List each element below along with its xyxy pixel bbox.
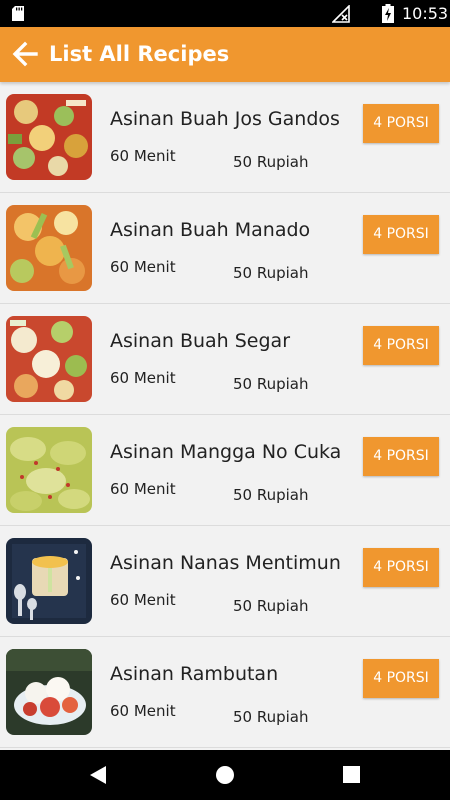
recipe-name: Asinan Rambutan (110, 663, 279, 685)
porsi-button[interactable]: 4 PORSI (363, 326, 439, 365)
recipe-image (6, 427, 92, 513)
home-circle-icon[interactable] (215, 765, 235, 785)
page-title: List All Recipes (49, 42, 230, 66)
porsi-button[interactable]: 4 PORSI (363, 215, 439, 254)
recipe-name: Asinan Nanas Mentimun (110, 552, 341, 574)
recipe-price: 50 Rupiah (233, 486, 309, 504)
recipe-name: Asinan Mangga No Cuka (110, 441, 342, 463)
app-bar: List All Recipes (0, 27, 450, 82)
recipe-time: 60 Menit (110, 147, 176, 165)
recipe-time: 60 Menit (110, 258, 176, 276)
porsi-button[interactable]: 4 PORSI (363, 548, 439, 587)
recents-square-icon[interactable] (343, 766, 360, 783)
porsi-button[interactable]: 4 PORSI (363, 437, 439, 476)
battery-charging-icon (382, 4, 394, 23)
recipe-price: 50 Rupiah (233, 375, 309, 393)
recipe-row[interactable]: Asinan Nanas Mentimun 60 Menit 50 Rupiah… (0, 526, 450, 637)
recipe-row[interactable]: Asinan Buah Segar 60 Menit 50 Rupiah 4 P… (0, 304, 450, 415)
recipe-name: Asinan Buah Manado (110, 219, 311, 241)
recipe-row[interactable]: Asinan Buah Jos Gandos 60 Menit 50 Rupia… (0, 82, 450, 193)
recipe-time: 60 Menit (110, 702, 176, 720)
navigation-bar (0, 750, 450, 800)
recipe-price: 50 Rupiah (233, 153, 309, 171)
recipe-time: 60 Menit (110, 480, 176, 498)
porsi-button[interactable]: 4 PORSI (363, 659, 439, 698)
recipe-row[interactable]: Asinan Rambutan 60 Menit 50 Rupiah 4 POR… (0, 637, 450, 748)
recipe-price: 50 Rupiah (233, 597, 309, 615)
status-bar: 10:53 (0, 0, 450, 27)
recipe-price: 50 Rupiah (233, 708, 309, 726)
recipe-time: 60 Menit (110, 591, 176, 609)
back-triangle-icon[interactable] (89, 765, 107, 785)
recipe-row[interactable]: Asinan Mangga No Cuka 60 Menit 50 Rupiah… (0, 415, 450, 526)
signal-icon (332, 5, 350, 23)
arrow-left-icon[interactable] (12, 41, 38, 67)
recipe-name: Asinan Buah Jos Gandos (110, 108, 340, 130)
recipe-image (6, 205, 92, 291)
sd-card-icon (12, 6, 24, 21)
recipe-price: 50 Rupiah (233, 264, 309, 282)
recipe-image (6, 649, 92, 735)
recipe-row[interactable]: Asinan Buah Manado 60 Menit 50 Rupiah 4 … (0, 193, 450, 304)
recipe-image (6, 538, 92, 624)
porsi-button[interactable]: 4 PORSI (363, 104, 439, 143)
recipe-name: Asinan Buah Segar (110, 330, 291, 352)
clock: 10:53 (402, 4, 449, 23)
recipe-image (6, 94, 92, 180)
recipe-time: 60 Menit (110, 369, 176, 387)
recipe-image (6, 316, 92, 402)
recipe-list[interactable]: Asinan Buah Jos Gandos 60 Menit 50 Rupia… (0, 82, 450, 750)
